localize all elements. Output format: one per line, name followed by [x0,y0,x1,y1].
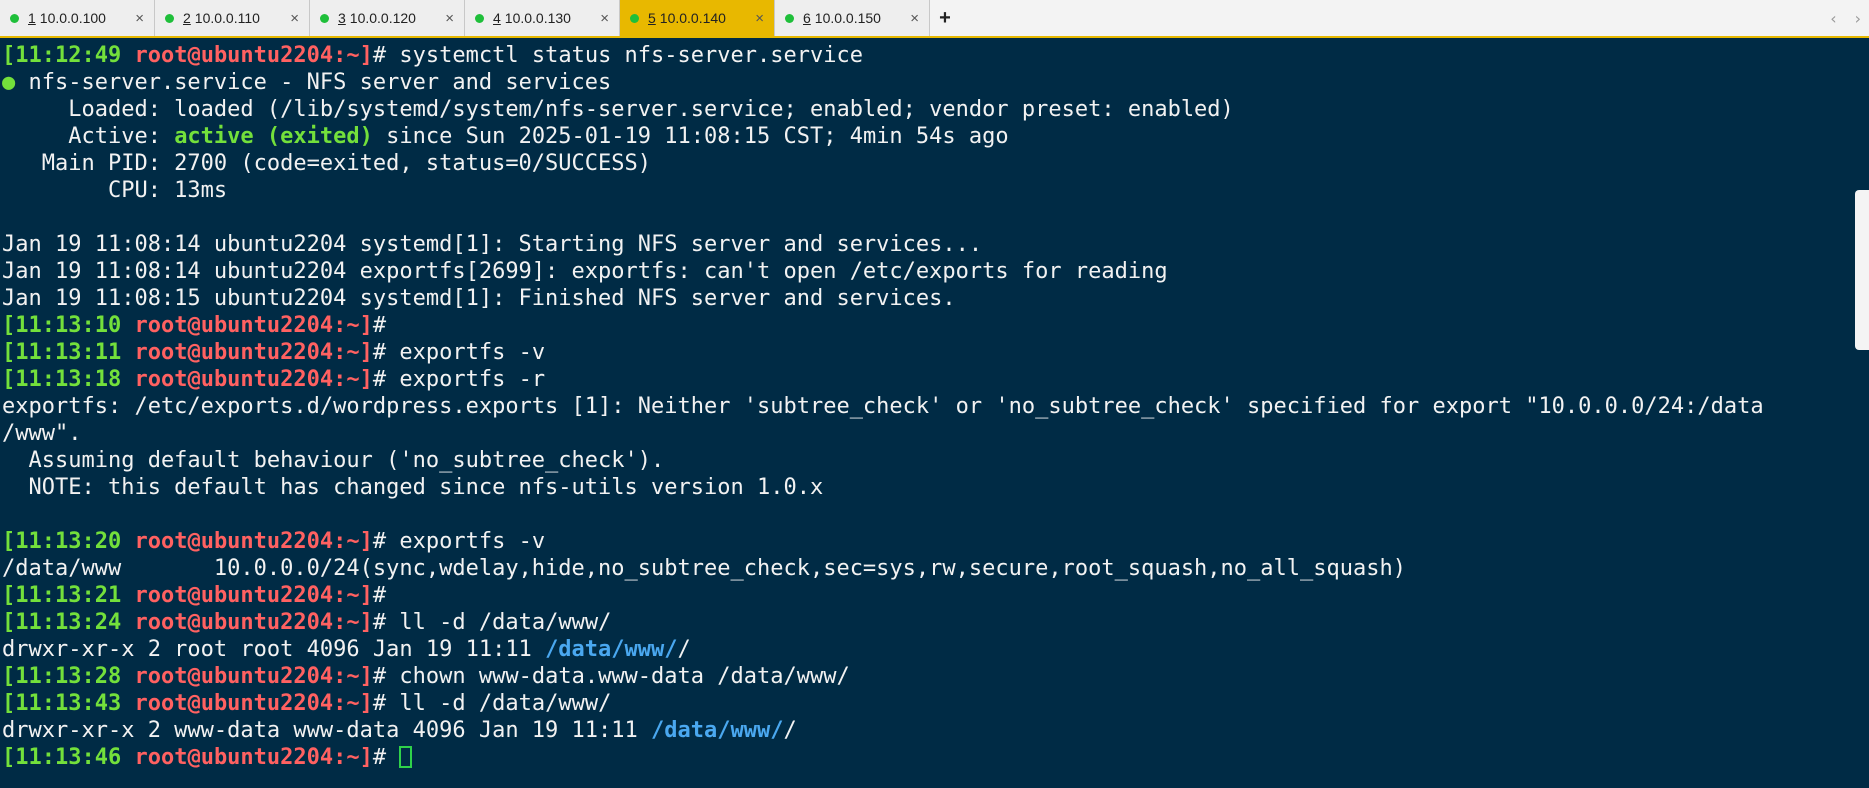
ls-output-line: drwxr-xr-x 2 www-data www-data 4096 Jan … [2,718,797,743]
tab-host: 10.0.0.120 [349,10,416,26]
prompt-line: [11:13:24 root@ubuntu2204:~]# ll -d /dat… [2,610,612,635]
command: chown www-data.www-data /data/www/ [399,664,850,689]
output-line: Main PID: 2700 (code=exited, status=0/SU… [2,151,652,176]
command: ll -d /data/www/ [399,691,612,716]
prompt-line: [11:13:11 root@ubuntu2204:~]# exportfs -… [2,340,546,365]
tab-number: 3 [338,10,346,26]
directory-name: /data/www/ [651,718,784,743]
close-icon[interactable]: × [600,10,609,27]
prompt-line: [11:12:49 root@ubuntu2204:~]# systemctl … [2,43,863,68]
ls-output-line: drwxr-xr-x 2 root root 4096 Jan 19 11:11… [2,637,691,662]
log-line: Jan 19 11:08:15 ubuntu2204 systemd[1]: F… [2,286,956,311]
tab-scroll-nav: ‹ › [1830,0,1861,36]
session-tab-6[interactable]: 6 10.0.0.150 × [775,0,930,36]
output-line: Assuming default behaviour ('no_subtree_… [2,448,665,473]
connected-status-icon [320,13,329,23]
tab-bar: 1 10.0.0.100 × 2 10.0.0.110 × 3 10.0.0.1… [0,0,1869,38]
chevron-left-icon[interactable]: ‹ [1830,9,1836,28]
tab-host: 10.0.0.140 [659,10,726,26]
tab-number: 1 [28,10,36,26]
tab-number: 4 [493,10,501,26]
command: exportfs -r [399,367,546,392]
active-status-line: Active: active (exited) since Sun 2025-0… [2,124,1009,149]
prompt-line: [11:13:43 root@ubuntu2204:~]# ll -d /dat… [2,691,612,716]
chevron-right-icon[interactable]: › [1855,9,1861,28]
tab-host: 10.0.0.130 [504,10,571,26]
command: exportfs -v [399,340,546,365]
output-line: /data/www 10.0.0.0/24(sync,wdelay,hide,n… [2,556,1406,581]
side-panel-edge [1855,190,1869,350]
session-tab-3[interactable]: 3 10.0.0.120 × [310,0,465,36]
tab-number: 2 [183,10,191,26]
close-icon[interactable]: × [290,10,299,27]
output-line: NOTE: this default has changed since nfs… [2,475,824,500]
prompt-line: [11:13:10 root@ubuntu2204:~]# [2,313,387,338]
session-tab-4[interactable]: 4 10.0.0.130 × [465,0,620,36]
tab-host: 10.0.0.100 [39,10,106,26]
service-status-icon: ● [2,70,16,95]
log-line: Jan 19 11:08:14 ubuntu2204 systemd[1]: S… [2,232,983,257]
output-line: CPU: 13ms [2,178,228,203]
close-icon[interactable]: × [135,10,144,27]
tab-number: 5 [648,10,656,26]
terminal-output[interactable]: [11:12:49 root@ubuntu2204:~]# systemctl … [0,42,1862,788]
prompt-line: [11:13:28 root@ubuntu2204:~]# chown www-… [2,664,850,689]
service-title-line: ● nfs-server.service - NFS server and se… [2,70,612,95]
prompt-line: [11:13:21 root@ubuntu2204:~]# [2,583,387,608]
directory-name: /data/www/ [545,637,678,662]
output-line: exportfs: /etc/exports.d/wordpress.expor… [2,394,1764,419]
output-line: Loaded: loaded (/lib/systemd/system/nfs-… [2,97,1234,122]
session-tab-2[interactable]: 2 10.0.0.110 × [155,0,310,36]
current-prompt-line[interactable]: [11:13:46 root@ubuntu2204:~]# [0,744,1862,771]
terminal-cursor [399,746,413,768]
command: ll -d /data/www/ [399,610,612,635]
connected-status-icon [630,13,639,23]
output-line: /www". [2,421,82,446]
close-icon[interactable]: × [445,10,454,27]
tab-host: 10.0.0.150 [814,10,881,26]
log-line: Jan 19 11:08:14 ubuntu2204 exportfs[2699… [2,259,1168,284]
connected-status-icon [165,13,174,23]
command: systemctl status nfs-server.service [399,43,863,68]
prompt-line: [11:13:20 root@ubuntu2204:~]# exportfs -… [2,529,546,554]
new-tab-button[interactable]: + [930,0,960,36]
session-tab-5-active[interactable]: 5 10.0.0.140 × [620,0,775,36]
connected-status-icon [10,13,19,23]
close-icon[interactable]: × [910,10,919,27]
tab-host: 10.0.0.110 [194,10,260,26]
active-status-value: active (exited) [174,124,373,149]
close-icon[interactable]: × [755,10,764,27]
prompt-line: [11:13:18 root@ubuntu2204:~]# exportfs -… [2,367,546,392]
session-tab-1[interactable]: 1 10.0.0.100 × [0,0,155,36]
connected-status-icon [475,13,484,23]
connected-status-icon [785,13,794,23]
command: exportfs -v [399,529,546,554]
tab-number: 6 [803,10,811,26]
